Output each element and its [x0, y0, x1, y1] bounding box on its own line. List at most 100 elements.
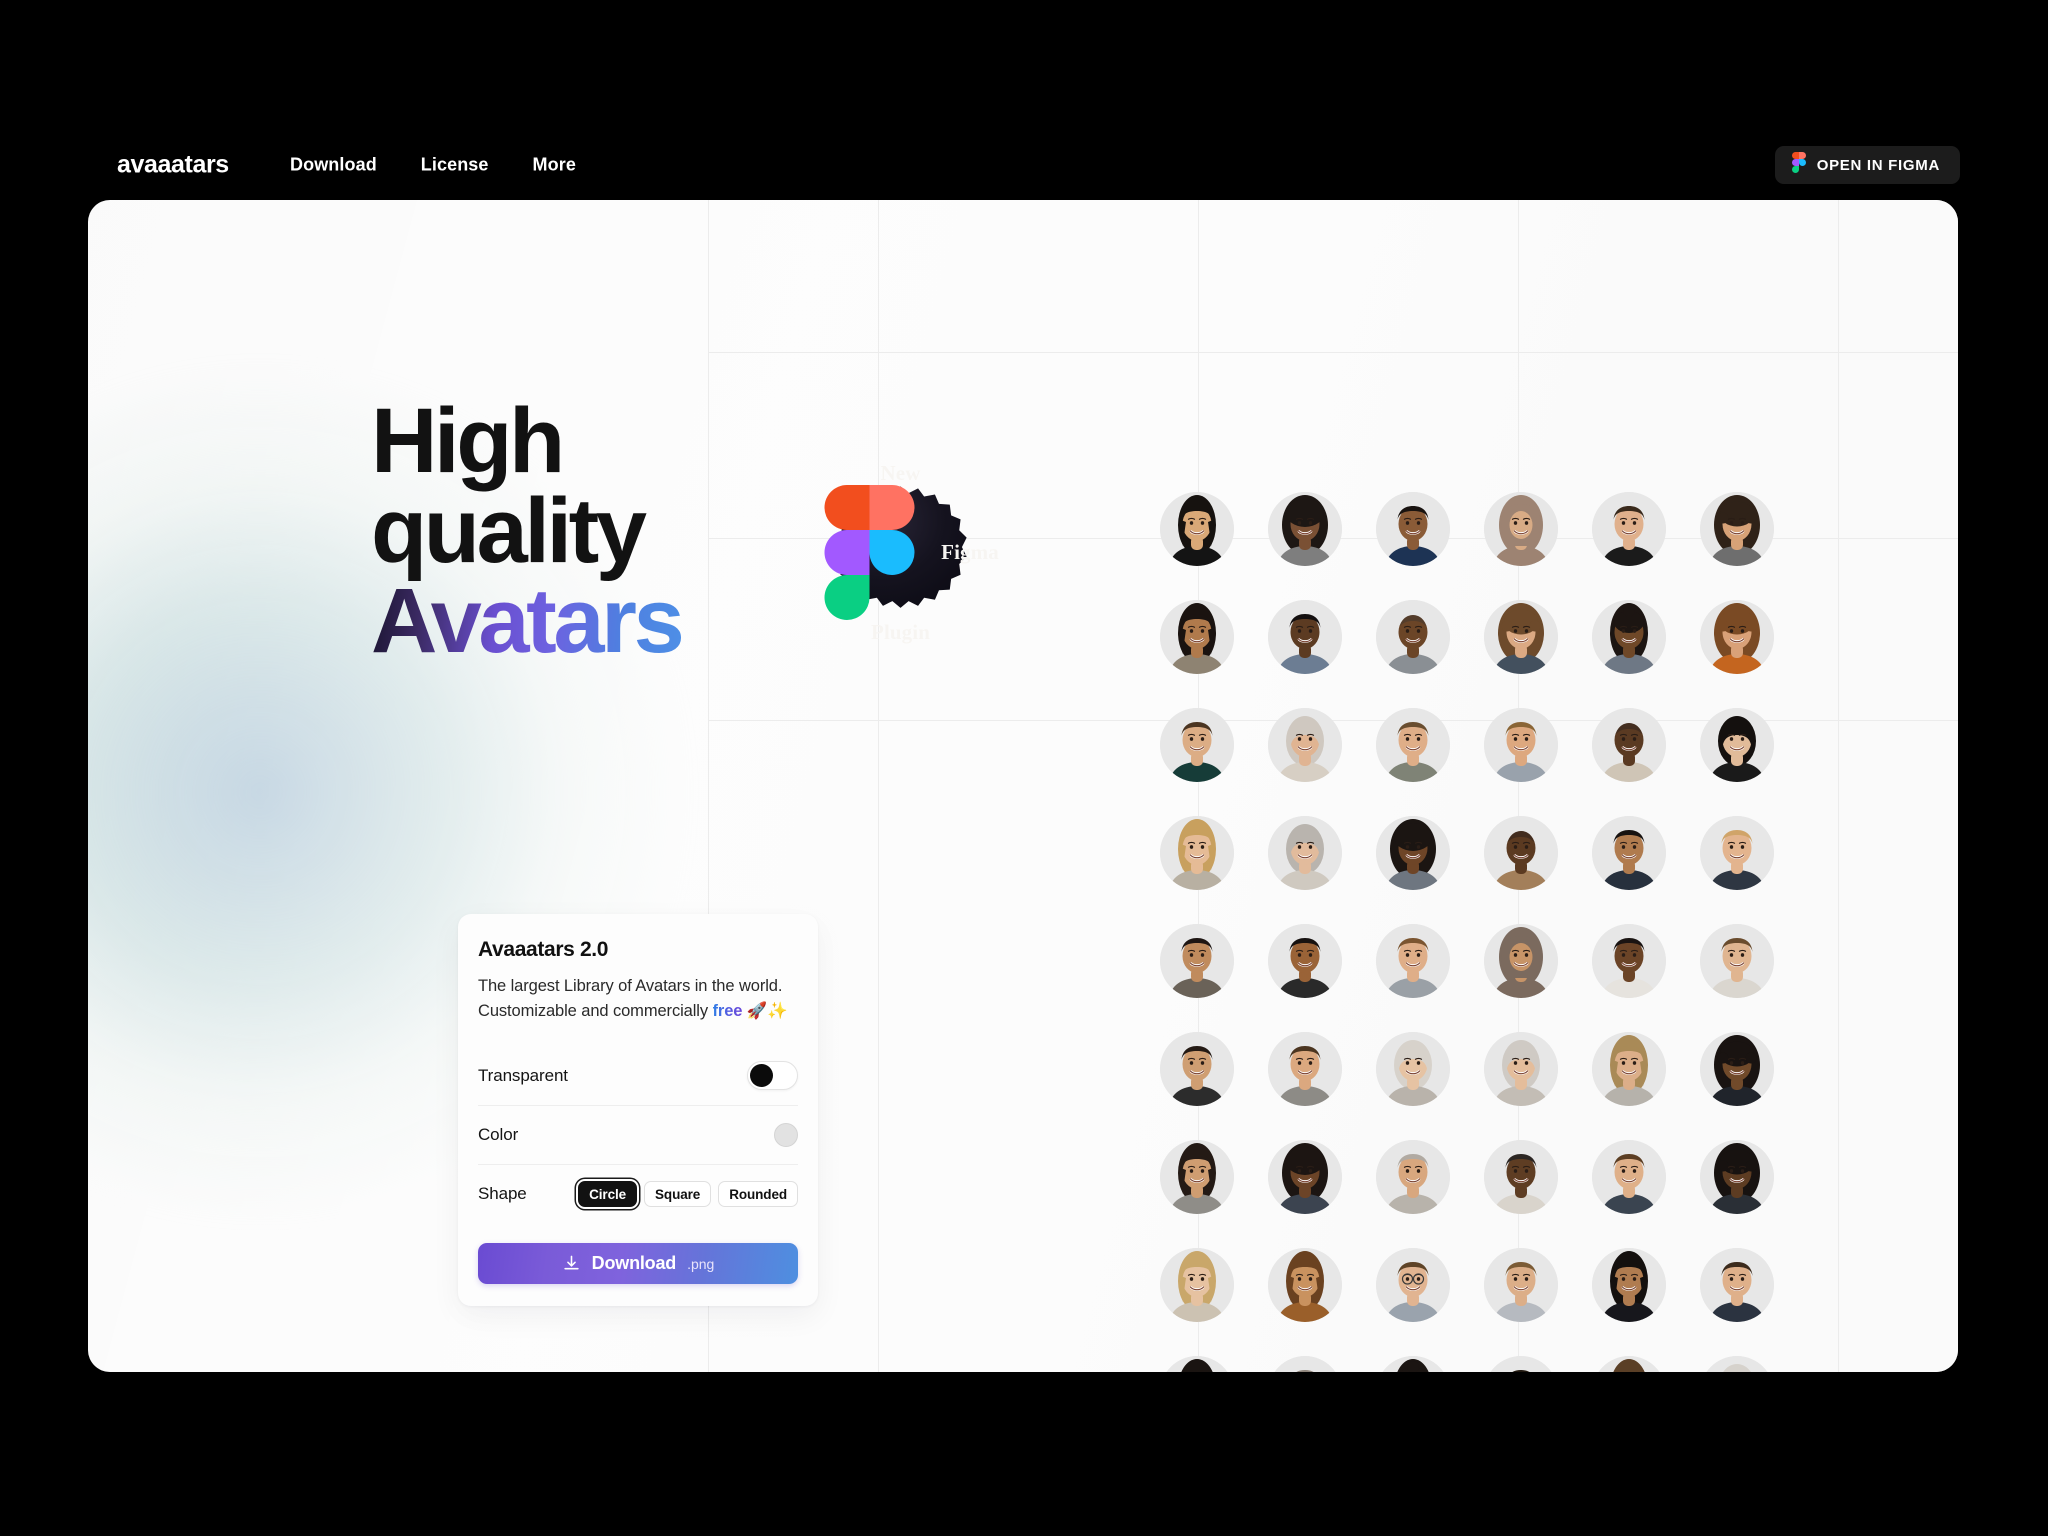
avatar[interactable] — [1592, 1248, 1666, 1322]
avatar[interactable] — [1700, 708, 1774, 782]
avatar[interactable] — [1376, 1140, 1450, 1214]
avatar-cell — [1359, 1231, 1467, 1339]
shape-label: Shape — [478, 1184, 527, 1204]
avatar[interactable] — [1376, 1248, 1450, 1322]
nav-item-more[interactable]: More — [533, 155, 576, 176]
avatar[interactable] — [1484, 492, 1558, 566]
avatar-cell — [1467, 1015, 1575, 1123]
brand-logo[interactable]: avaaatars — [117, 151, 229, 180]
row-transparent: Transparent — [478, 1046, 798, 1105]
avatar[interactable] — [1268, 816, 1342, 890]
avatar[interactable] — [1592, 1032, 1666, 1106]
avatar[interactable] — [1268, 1140, 1342, 1214]
gridline-vertical — [1838, 200, 1839, 1372]
avatar[interactable] — [1376, 600, 1450, 674]
open-in-figma-button[interactable]: OPEN IN FIGMA — [1774, 146, 1960, 184]
avatar[interactable] — [1160, 600, 1234, 674]
avatar[interactable] — [1376, 1032, 1450, 1106]
avatar-cell — [1467, 1339, 1575, 1372]
card-description: The largest Library of Avatars in the wo… — [478, 974, 798, 1024]
nav-item-license[interactable]: License — [421, 155, 489, 176]
avatar[interactable] — [1160, 1140, 1234, 1214]
avatar[interactable] — [1484, 1248, 1558, 1322]
avatar[interactable] — [1592, 708, 1666, 782]
avatar[interactable] — [1268, 924, 1342, 998]
avatar-cell — [1143, 583, 1251, 691]
avatar[interactable] — [1160, 1032, 1234, 1106]
shape-option-square[interactable]: Square — [644, 1181, 712, 1208]
avatar[interactable] — [1376, 492, 1450, 566]
avatar[interactable] — [1700, 1248, 1774, 1322]
shape-option-circle[interactable]: Circle — [578, 1181, 638, 1208]
top-navbar: avaaatars Download License More OPEN IN … — [0, 135, 2048, 195]
avatar[interactable] — [1160, 1248, 1234, 1322]
avatar[interactable] — [1268, 1356, 1342, 1372]
avatar-cell — [1575, 583, 1683, 691]
avatar[interactable] — [1268, 708, 1342, 782]
page-title: High quality Avatars — [371, 390, 685, 667]
avatar-cell — [1575, 691, 1683, 799]
avatar[interactable] — [1376, 816, 1450, 890]
avatar[interactable] — [1484, 1356, 1558, 1372]
badge-line-3: Plugin — [871, 620, 930, 644]
avatar[interactable] — [1700, 1032, 1774, 1106]
avatar-cell — [1143, 1231, 1251, 1339]
avatar-cell — [1143, 691, 1251, 799]
avatar[interactable] — [1376, 708, 1450, 782]
avatar[interactable] — [1268, 492, 1342, 566]
avatar[interactable] — [1592, 1140, 1666, 1214]
avatar-cell — [1143, 799, 1251, 907]
avatar[interactable] — [1592, 816, 1666, 890]
avatar[interactable] — [1592, 492, 1666, 566]
avatar[interactable] — [1700, 924, 1774, 998]
avatar-cell — [1359, 907, 1467, 1015]
avatar-cell — [1683, 1015, 1791, 1123]
avatar[interactable] — [1592, 924, 1666, 998]
avatar[interactable] — [1592, 1356, 1666, 1372]
avatar[interactable] — [1484, 1032, 1558, 1106]
avatar[interactable] — [1484, 600, 1558, 674]
avatar[interactable] — [1160, 492, 1234, 566]
avatar[interactable] — [1268, 1032, 1342, 1106]
avatar[interactable] — [1700, 816, 1774, 890]
avatar-cell — [1683, 583, 1791, 691]
avatar-cell — [1575, 907, 1683, 1015]
badge-line-1: New — [880, 460, 921, 485]
headline-line-1: High — [371, 390, 565, 492]
avatar-cell — [1575, 1231, 1683, 1339]
avatar[interactable] — [1160, 816, 1234, 890]
color-label: Color — [478, 1125, 519, 1145]
avatar[interactable] — [1484, 1140, 1558, 1214]
avatar-cell — [1359, 1339, 1467, 1372]
avatar-cell — [1251, 1231, 1359, 1339]
avatar[interactable] — [1160, 708, 1234, 782]
nav-item-download[interactable]: Download — [290, 155, 377, 176]
avatar-cell — [1683, 475, 1791, 583]
avatar[interactable] — [1484, 816, 1558, 890]
new-figma-plugin-badge[interactable]: New Figma Plugin — [824, 461, 999, 644]
avatar[interactable] — [1484, 924, 1558, 998]
avatar[interactable] — [1592, 600, 1666, 674]
avatar[interactable] — [1376, 1356, 1450, 1372]
avatar[interactable] — [1268, 600, 1342, 674]
avatar[interactable] — [1700, 1356, 1774, 1372]
avatar[interactable] — [1160, 924, 1234, 998]
download-button[interactable]: Download .png — [478, 1243, 798, 1285]
avatar[interactable] — [1700, 600, 1774, 674]
avatar[interactable] — [1700, 492, 1774, 566]
avatar-cell — [1143, 907, 1251, 1015]
avatar-cell — [1251, 907, 1359, 1015]
avatar-cell — [1467, 691, 1575, 799]
shape-options: Circle Square Rounded — [578, 1181, 798, 1208]
figma-icon — [1791, 152, 1806, 178]
avatar[interactable] — [1160, 1356, 1234, 1372]
shape-option-rounded[interactable]: Rounded — [718, 1181, 798, 1208]
color-swatch[interactable] — [774, 1123, 798, 1148]
avatar[interactable] — [1700, 1140, 1774, 1214]
transparent-label: Transparent — [478, 1065, 568, 1085]
customizer-card: Avaaatars 2.0 The largest Library of Ava… — [458, 914, 818, 1307]
avatar[interactable] — [1376, 924, 1450, 998]
transparent-toggle[interactable] — [747, 1061, 798, 1091]
avatar[interactable] — [1268, 1248, 1342, 1322]
avatar[interactable] — [1484, 708, 1558, 782]
